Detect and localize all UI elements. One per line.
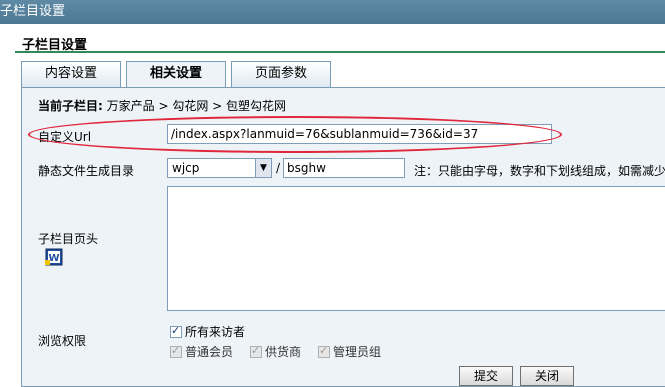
static-folder-input[interactable]: bsghw <box>283 158 405 178</box>
section-divider <box>15 51 665 53</box>
permissions-label: 浏览权限 <box>38 334 87 348</box>
checkbox-label: 管理员组 <box>333 345 382 359</box>
static-dir-select-value: wjcp <box>172 161 200 175</box>
checkbox-box[interactable] <box>318 344 330 358</box>
svg-text:W: W <box>48 253 59 264</box>
close-button[interactable]: 关闭 <box>520 366 574 386</box>
checkbox-regular-member[interactable]: 普通会员 <box>170 343 233 360</box>
header-label: 子栏目页头 <box>38 232 99 246</box>
checkbox-box[interactable] <box>170 324 182 338</box>
checkbox-label: 供货商 <box>265 345 302 359</box>
tab-page-parameters[interactable]: 页面参数 <box>231 61 331 87</box>
checkbox-admin-group[interactable]: 管理员组 <box>318 343 381 360</box>
word-document-icon[interactable]: W <box>45 248 63 266</box>
static-dir-note: 注：只能由字母，数字和下划线组成，如需减少 <box>414 164 665 178</box>
custom-url-label: 自定义Url <box>38 130 92 144</box>
custom-url-input[interactable]: /index.aspx?lanmuid=76&sublanmuid=736&id… <box>167 124 552 144</box>
checkbox-box[interactable] <box>250 344 262 358</box>
checkbox-label: 普通会员 <box>185 345 234 359</box>
checkbox-supplier[interactable]: 供货商 <box>250 343 301 360</box>
chevron-down-icon[interactable]: ▼ <box>255 159 271 177</box>
path-separator: / <box>276 161 281 175</box>
tab-related-settings[interactable]: 相关设置 <box>126 61 226 88</box>
breadcrumb: 当前子栏目: 万家产品 > 勾花网 > 包塑勾花网 <box>38 97 286 114</box>
static-dir-select[interactable]: wjcp ▼ <box>167 158 272 178</box>
window-title: 子栏目设置 <box>0 4 66 19</box>
breadcrumb-label: 当前子栏目: <box>38 99 103 113</box>
submit-button[interactable]: 提交 <box>459 366 513 386</box>
window-titlebar: 子栏目设置 <box>0 0 665 24</box>
checkbox-box[interactable] <box>170 344 182 358</box>
static-dir-label: 静态文件生成目录 <box>38 164 135 178</box>
header-textarea[interactable] <box>167 186 665 311</box>
checkbox-all-visitors[interactable]: 所有来访者 <box>170 323 245 340</box>
checkbox-label: 所有来访者 <box>185 325 246 339</box>
breadcrumb-path: 万家产品 > 勾花网 > 包塑勾花网 <box>106 99 287 113</box>
tab-content-settings[interactable]: 内容设置 <box>21 61 121 87</box>
